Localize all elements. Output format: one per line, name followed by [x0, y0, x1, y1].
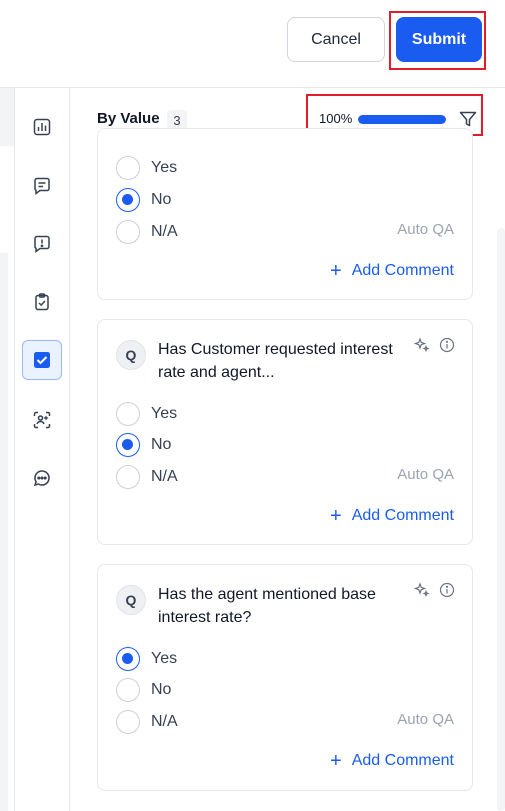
- cancel-button[interactable]: Cancel: [287, 17, 385, 62]
- option-no[interactable]: No: [116, 433, 171, 457]
- option-label: Yes: [151, 650, 178, 667]
- question-badge: Q: [116, 340, 146, 370]
- option-label: N/A: [151, 713, 178, 730]
- clipboard-check-icon[interactable]: [22, 282, 62, 322]
- question-card: Q Has Customer requested interest rate a…: [97, 319, 473, 545]
- question-card: Yes No N/A Auto QA + Add Comment: [97, 128, 473, 300]
- progress-bar-fill: [358, 115, 446, 124]
- option-no[interactable]: No: [116, 188, 171, 212]
- option-na[interactable]: N/A: [116, 220, 178, 244]
- option-yes[interactable]: Yes: [116, 647, 177, 671]
- option-no[interactable]: No: [116, 678, 171, 702]
- radio-button-selected[interactable]: [116, 433, 140, 457]
- add-comment-button[interactable]: + Add Comment: [330, 505, 454, 527]
- radio-button-selected[interactable]: [116, 647, 140, 671]
- option-label: Yes: [151, 405, 178, 422]
- option-label: N/A: [151, 468, 178, 485]
- auto-qa-tag: Auto QA: [397, 221, 454, 238]
- option-label: No: [151, 681, 172, 698]
- radio-button[interactable]: [116, 220, 140, 244]
- add-comment-label: Add Comment: [351, 752, 454, 769]
- face-scan-icon[interactable]: [22, 400, 62, 440]
- plus-icon: +: [330, 505, 342, 527]
- option-na[interactable]: N/A: [116, 710, 178, 734]
- auto-qa-tag: Auto QA: [397, 466, 454, 483]
- question-text: Has the agent mentioned base interest ra…: [158, 586, 376, 626]
- info-icon[interactable]: [439, 337, 455, 353]
- question-badge: Q: [116, 585, 146, 615]
- count-badge: 3: [167, 110, 187, 130]
- question-text: Has Customer requested interest rate and…: [158, 341, 393, 381]
- info-icon[interactable]: [439, 582, 455, 598]
- option-label: Yes: [151, 159, 178, 176]
- message-lines-icon[interactable]: [22, 166, 62, 206]
- left-panel-shade: [0, 88, 14, 146]
- radio-button[interactable]: [116, 710, 140, 734]
- progress-label: 100%: [319, 111, 353, 126]
- add-comment-button[interactable]: + Add Comment: [330, 260, 454, 282]
- sparkle-icon[interactable]: [414, 337, 430, 353]
- left-panel-edge: [0, 88, 15, 811]
- filter-icon[interactable]: [458, 109, 478, 129]
- submit-button[interactable]: Submit: [396, 17, 482, 62]
- progress-bar: [358, 115, 446, 124]
- option-yes[interactable]: Yes: [116, 402, 177, 426]
- option-label: No: [151, 191, 172, 208]
- left-panel-scrollbar[interactable]: [0, 253, 8, 811]
- checkbox-icon[interactable]: [22, 340, 62, 380]
- sparkle-icon[interactable]: [414, 582, 430, 598]
- add-comment-button[interactable]: + Add Comment: [330, 750, 454, 772]
- radio-button[interactable]: [116, 678, 140, 702]
- plus-icon: +: [330, 260, 342, 282]
- add-comment-label: Add Comment: [351, 262, 454, 279]
- panel-title: By Value: [97, 110, 160, 127]
- radio-button[interactable]: [116, 465, 140, 489]
- chat-dots-icon[interactable]: [22, 458, 62, 498]
- option-label: N/A: [151, 223, 178, 240]
- option-na[interactable]: N/A: [116, 465, 178, 489]
- scrollbar-track[interactable]: [497, 228, 505, 811]
- plus-icon: +: [330, 750, 342, 772]
- option-label: No: [151, 436, 172, 453]
- alert-message-icon[interactable]: [22, 224, 62, 264]
- radio-button[interactable]: [116, 156, 140, 180]
- icon-rail: [15, 88, 70, 811]
- radio-button[interactable]: [116, 402, 140, 426]
- auto-qa-tag: Auto QA: [397, 711, 454, 728]
- add-comment-label: Add Comment: [351, 507, 454, 524]
- bar-chart-icon[interactable]: [22, 107, 62, 147]
- question-card: Q Has the agent mentioned base interest …: [97, 564, 473, 791]
- questions-panel: By Value 3 100% Yes No N/A Auto QA + Add…: [70, 88, 505, 811]
- header-bar: Cancel Submit: [0, 0, 505, 88]
- option-yes[interactable]: Yes: [116, 156, 177, 180]
- radio-button-selected[interactable]: [116, 188, 140, 212]
